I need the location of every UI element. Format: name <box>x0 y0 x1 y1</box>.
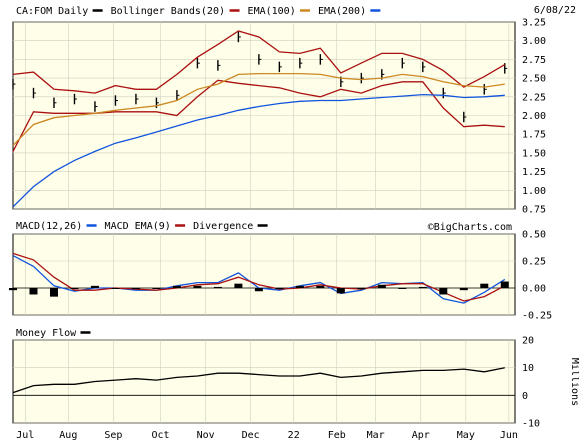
divergence-bar <box>480 283 489 288</box>
legend-label: MACD(12,26) <box>16 221 82 232</box>
divergence-bar <box>254 288 263 292</box>
divergence-bar <box>90 285 99 288</box>
y-tick-label: 3.25 <box>522 18 546 29</box>
x-tick-label: May <box>457 430 475 441</box>
legend-label: Bollinger Bands(20) <box>111 6 225 17</box>
y-tick-label: 2.25 <box>522 92 546 103</box>
divergence-bar <box>336 288 345 294</box>
divergence-bar <box>439 288 448 295</box>
y-tick-label: 0.00 <box>522 284 546 295</box>
legend-label: MACD EMA(9) <box>105 221 171 232</box>
y-tick-label: 0.75 <box>522 205 546 216</box>
x-tick-label: Aug <box>59 430 77 441</box>
y-tick-label: 2.50 <box>522 74 546 85</box>
x-tick-label: Mar <box>367 430 385 441</box>
divergence-bar <box>29 288 38 295</box>
divergence-bar <box>213 286 222 288</box>
y-tick-label: 3.00 <box>522 36 546 47</box>
x-tick-label: Apr <box>412 430 430 441</box>
divergence-bar <box>377 284 386 288</box>
divergence-bar <box>500 281 509 288</box>
divergence-bar <box>131 288 140 290</box>
y-tick-label: 1.00 <box>522 186 546 197</box>
legend-label: CA:FOM Daily <box>16 6 88 17</box>
legend-label: EMA(100) <box>248 6 296 17</box>
chart-svg: 3.25 3.00 2.75 2.50 2.25 2.00 1.75 1.50 1.25 1.00… <box>9 5 579 441</box>
divergence-bar <box>152 288 161 289</box>
y-tick-label: 1.25 <box>522 167 546 178</box>
money-flow-panel <box>12 339 516 424</box>
divergence-bar <box>193 285 202 288</box>
divergence-bar <box>172 285 181 288</box>
y-tick-label: -0.25 <box>522 311 552 322</box>
chart-date: 6/08/22 <box>534 5 576 16</box>
legend-label: EMA(200) <box>318 6 366 17</box>
y-tick-label: 2.75 <box>522 55 546 66</box>
x-tick-label: Jun <box>500 430 518 441</box>
divergence-bar <box>459 288 468 291</box>
y-tick-label: 0.50 <box>522 230 546 241</box>
divergence-bar <box>275 288 284 290</box>
divergence-bar <box>357 288 366 290</box>
y-tick-label: 0.25 <box>522 257 546 268</box>
stock-chart: 3.25 3.00 2.75 2.50 2.25 2.00 1.75 1.50 1.25 1.00… <box>0 0 579 444</box>
y-tick-label: 1.50 <box>522 148 546 159</box>
divergence-bar <box>111 288 120 289</box>
y-tick-label: 10 <box>522 363 534 374</box>
divergence-bar <box>234 283 243 288</box>
x-tick-label: Dec <box>242 430 260 441</box>
y-tick-label: 1.75 <box>522 130 546 141</box>
y-tick-label: 2.00 <box>522 111 546 122</box>
macd-panel <box>12 233 516 316</box>
x-tick-label: Jul <box>16 430 34 441</box>
divergence-bar <box>9 288 17 291</box>
x-tick-label: Feb <box>328 430 346 441</box>
x-tick-label: Sep <box>104 430 122 441</box>
y-tick-label: -10 <box>522 419 540 430</box>
x-tick-label: 22 <box>288 430 300 441</box>
divergence-bar <box>49 288 58 297</box>
legend-label: Divergence <box>193 221 253 232</box>
x-tick-label: Nov <box>197 430 215 441</box>
y-tick-label: 0 <box>522 391 528 402</box>
y-tick-label: 20 <box>522 336 534 347</box>
legend-label: Money Flow <box>16 328 77 339</box>
divergence-bar <box>295 285 304 288</box>
divergence-bar <box>70 288 79 290</box>
x-tick-label: Oct <box>151 430 169 441</box>
watermark: ©BigCharts.com <box>428 222 512 233</box>
money-flow-ylabel: Millions <box>569 358 579 406</box>
divergence-bar <box>398 288 407 289</box>
divergence-bar <box>316 285 325 288</box>
divergence-bar <box>418 286 427 288</box>
